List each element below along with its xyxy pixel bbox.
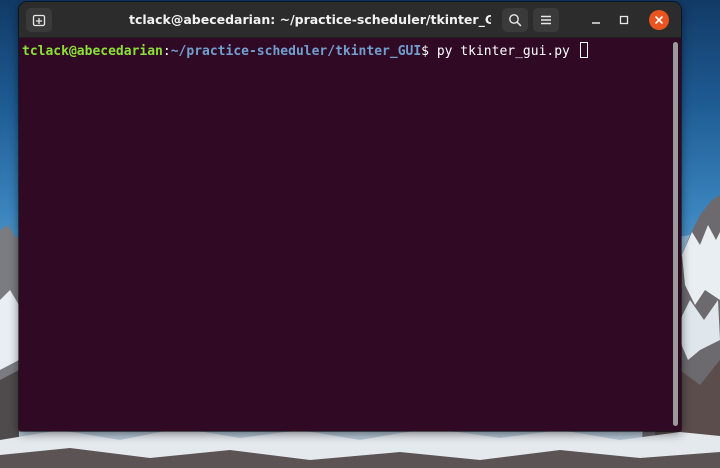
window-titlebar[interactable]: tclack@abecedarian: ~/practice-scheduler… xyxy=(19,2,681,38)
new-tab-icon xyxy=(32,14,46,27)
new-tab-button[interactable] xyxy=(26,8,52,32)
minimize-icon xyxy=(592,22,600,24)
menu-button[interactable] xyxy=(533,8,559,32)
command-text: py tkinter_gui.py xyxy=(429,44,578,59)
hamburger-menu-icon xyxy=(541,15,551,25)
terminal-area[interactable]: tclack@abecedarian:~/practice-scheduler/… xyxy=(19,38,681,431)
prompt-line: tclack@abecedarian:~/practice-scheduler/… xyxy=(22,42,588,61)
window-title: tclack@abecedarian: ~/practice-scheduler… xyxy=(129,12,491,27)
maximize-icon xyxy=(619,15,629,25)
prompt-user-host: tclack@abecedarian xyxy=(22,44,163,59)
search-button[interactable] xyxy=(502,8,528,32)
close-button[interactable] xyxy=(649,10,669,30)
prompt-path: ~/practice-scheduler/tkinter_GUI xyxy=(170,44,422,59)
maximize-button[interactable] xyxy=(612,8,636,32)
minimize-button[interactable] xyxy=(584,8,608,32)
prompt-colon: : xyxy=(162,44,171,59)
search-icon xyxy=(509,14,522,27)
prompt-dollar: $ xyxy=(421,44,429,59)
scrollbar[interactable] xyxy=(673,42,678,426)
terminal-window[interactable]: tclack@abecedarian: ~/practice-scheduler… xyxy=(19,2,681,431)
text-cursor xyxy=(579,42,588,58)
close-icon xyxy=(655,16,663,24)
